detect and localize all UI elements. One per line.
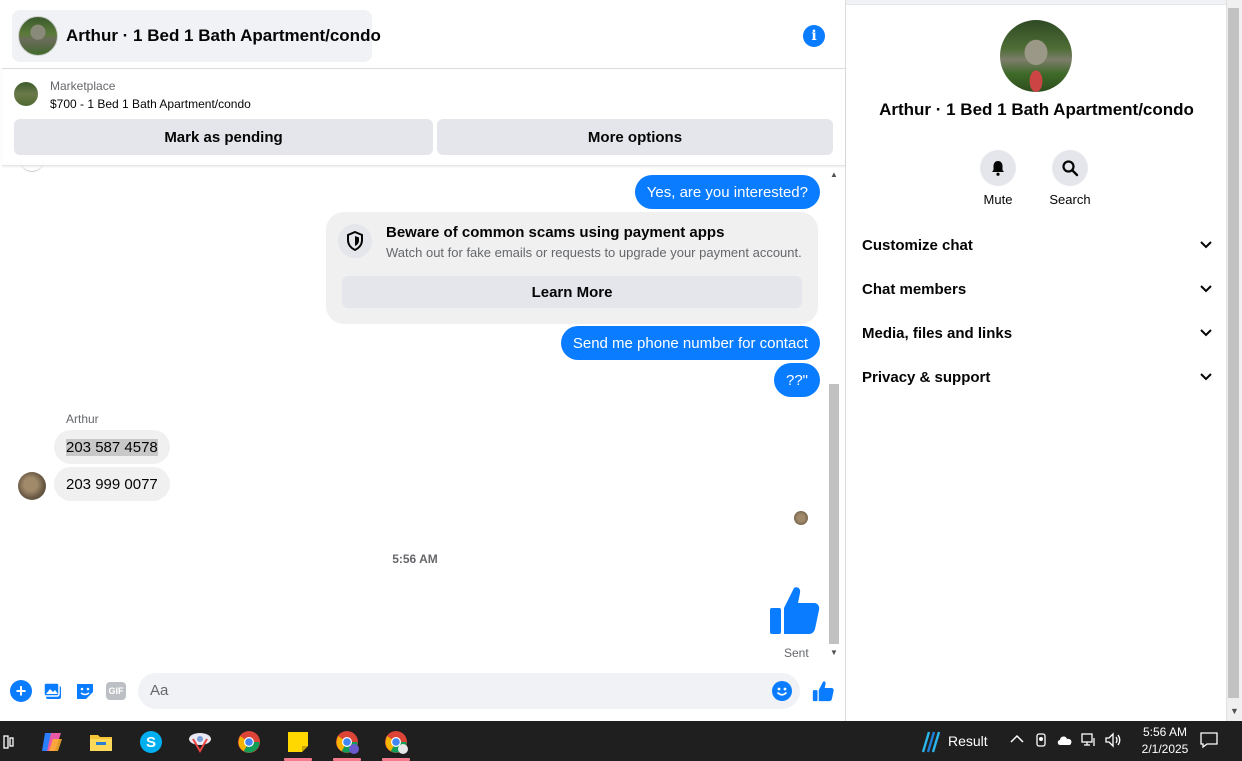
chrome-profile-icon[interactable] — [327, 726, 367, 761]
emoji-icon[interactable] — [772, 681, 792, 701]
search-icon — [1052, 150, 1088, 186]
scroll-down-arrow[interactable]: ▼ — [830, 648, 838, 657]
sent-status: Sent — [784, 646, 809, 660]
mute-label: Mute — [983, 192, 1013, 207]
conversation-title: Arthur · 1 Bed 1 Bath Apartment/condo — [66, 26, 381, 45]
plus-icon[interactable]: + — [10, 680, 32, 702]
taskbar: S Result 5:56 AM 2/1/2025 — [0, 721, 1242, 761]
weather-icon[interactable] — [910, 726, 950, 758]
listing-thumbnail[interactable] — [14, 82, 38, 106]
search-label: Search — [1049, 192, 1091, 207]
outgoing-message[interactable]: ??" — [773, 363, 820, 397]
network-icon[interactable] — [1081, 733, 1097, 750]
scam-warning-title: Beware of common scams using payment app… — [386, 224, 725, 241]
file-explorer-icon[interactable] — [81, 726, 121, 758]
thumbs-up-icon[interactable] — [768, 584, 820, 636]
read-receipt-avatar — [794, 511, 808, 525]
weather-text[interactable]: Result — [948, 733, 988, 749]
shield-icon — [338, 224, 372, 258]
screen: Arthur · 1 Bed 1 Bath Apartment/condo i … — [0, 0, 1242, 761]
mute-button[interactable]: Mute — [968, 150, 1028, 207]
chat-header: Arthur · 1 Bed 1 Bath Apartment/condo i — [2, 5, 845, 69]
onedrive-icon[interactable] — [1056, 733, 1074, 749]
scam-warning-description: Watch out for fake emails or requests to… — [386, 245, 802, 260]
marketplace-bar: Marketplace $700 - 1 Bed 1 Bath Apartmen… — [2, 70, 845, 166]
page-scroll-down-arrow[interactable]: ▼ — [1230, 706, 1239, 716]
task-view-icon[interactable] — [0, 726, 28, 758]
gif-icon[interactable]: GIF — [106, 682, 126, 700]
system-clock[interactable]: 5:56 AM 2/1/2025 — [1130, 724, 1200, 758]
details-avatar[interactable] — [1000, 20, 1072, 92]
incoming-message[interactable]: 203 999 0077 — [54, 467, 170, 501]
message-input[interactable]: Aa — [138, 673, 800, 709]
chat-pane: Arthur · 1 Bed 1 Bath Apartment/condo i … — [0, 0, 846, 721]
section-chat-members[interactable]: Chat members — [862, 267, 1212, 311]
message-input-placeholder: Aa — [150, 682, 169, 699]
details-title: Arthur · 1 Bed 1 Bath Apartment/condo — [879, 100, 1194, 119]
snipping-tool-icon[interactable] — [180, 726, 220, 758]
sticker-icon[interactable] — [74, 680, 96, 702]
chevron-down-icon — [1200, 329, 1212, 337]
chevron-down-icon — [1200, 241, 1212, 249]
listing-title[interactable]: $700 - 1 Bed 1 Bath Apartment/condo — [50, 97, 251, 111]
learn-more-button[interactable]: Learn More — [342, 276, 802, 308]
sender-name: Arthur — [66, 412, 99, 426]
scrollbar-thumb[interactable] — [829, 384, 839, 644]
bell-icon — [980, 150, 1016, 186]
notification-icon[interactable] — [1200, 731, 1218, 752]
search-button[interactable]: Search — [1040, 150, 1100, 207]
mark-as-pending-button[interactable]: Mark as pending — [14, 119, 433, 155]
details-pane: Arthur · 1 Bed 1 Bath Apartment/condo Mu… — [847, 5, 1226, 721]
section-media-files-links[interactable]: Media, files and links — [862, 311, 1212, 355]
conversation-title-button[interactable]: Arthur · 1 Bed 1 Bath Apartment/condo — [12, 10, 381, 62]
clock-time: 5:56 AM — [1142, 725, 1188, 739]
scam-warning-card: Beware of common scams using payment app… — [326, 212, 818, 324]
section-privacy-support[interactable]: Privacy & support — [862, 355, 1212, 399]
section-customize-chat[interactable]: Customize chat — [862, 223, 1212, 267]
info-icon[interactable]: i — [803, 25, 825, 47]
photo-icon[interactable] — [42, 680, 64, 702]
clock-date: 2/1/2025 — [1141, 742, 1189, 756]
incoming-message[interactable]: 203 587 4578 — [54, 430, 170, 464]
sticky-notes-icon[interactable] — [278, 726, 318, 761]
conversation-avatar — [18, 16, 58, 56]
chevron-up-icon[interactable] — [1010, 731, 1024, 747]
more-options-button[interactable]: More options — [437, 119, 833, 155]
meet-icon[interactable] — [1034, 732, 1048, 751]
section-label: Media, files and links — [862, 324, 1013, 342]
marketplace-label: Marketplace — [50, 79, 116, 93]
copilot-icon[interactable] — [32, 726, 72, 758]
chrome-profile-icon[interactable] — [376, 726, 416, 761]
sender-avatar[interactable] — [18, 472, 46, 500]
message-timestamp: 5:56 AM — [392, 552, 438, 566]
section-label: Chat members — [862, 280, 967, 298]
skype-icon[interactable]: S — [131, 726, 171, 758]
section-label: Privacy & support — [862, 368, 991, 386]
volume-icon[interactable] — [1104, 732, 1122, 751]
outgoing-message[interactable]: Send me phone number for contact — [560, 326, 820, 360]
scroll-up-arrow[interactable]: ▲ — [830, 170, 838, 179]
composer: + GIF Aa — [2, 666, 845, 718]
like-send-icon[interactable] — [812, 680, 834, 702]
partial-avatar — [20, 156, 44, 172]
section-label: Customize chat — [862, 236, 973, 254]
chevron-down-icon — [1200, 373, 1212, 381]
chevron-down-icon — [1200, 285, 1212, 293]
message-list[interactable]: Yes, are you interested? Beware of commo… — [2, 166, 830, 666]
selected-text[interactable]: 203 587 4578 — [66, 438, 158, 456]
outgoing-message[interactable]: Yes, are you interested? — [634, 175, 820, 209]
chrome-icon[interactable] — [229, 726, 269, 758]
page-scrollbar-thumb[interactable] — [1228, 8, 1239, 698]
